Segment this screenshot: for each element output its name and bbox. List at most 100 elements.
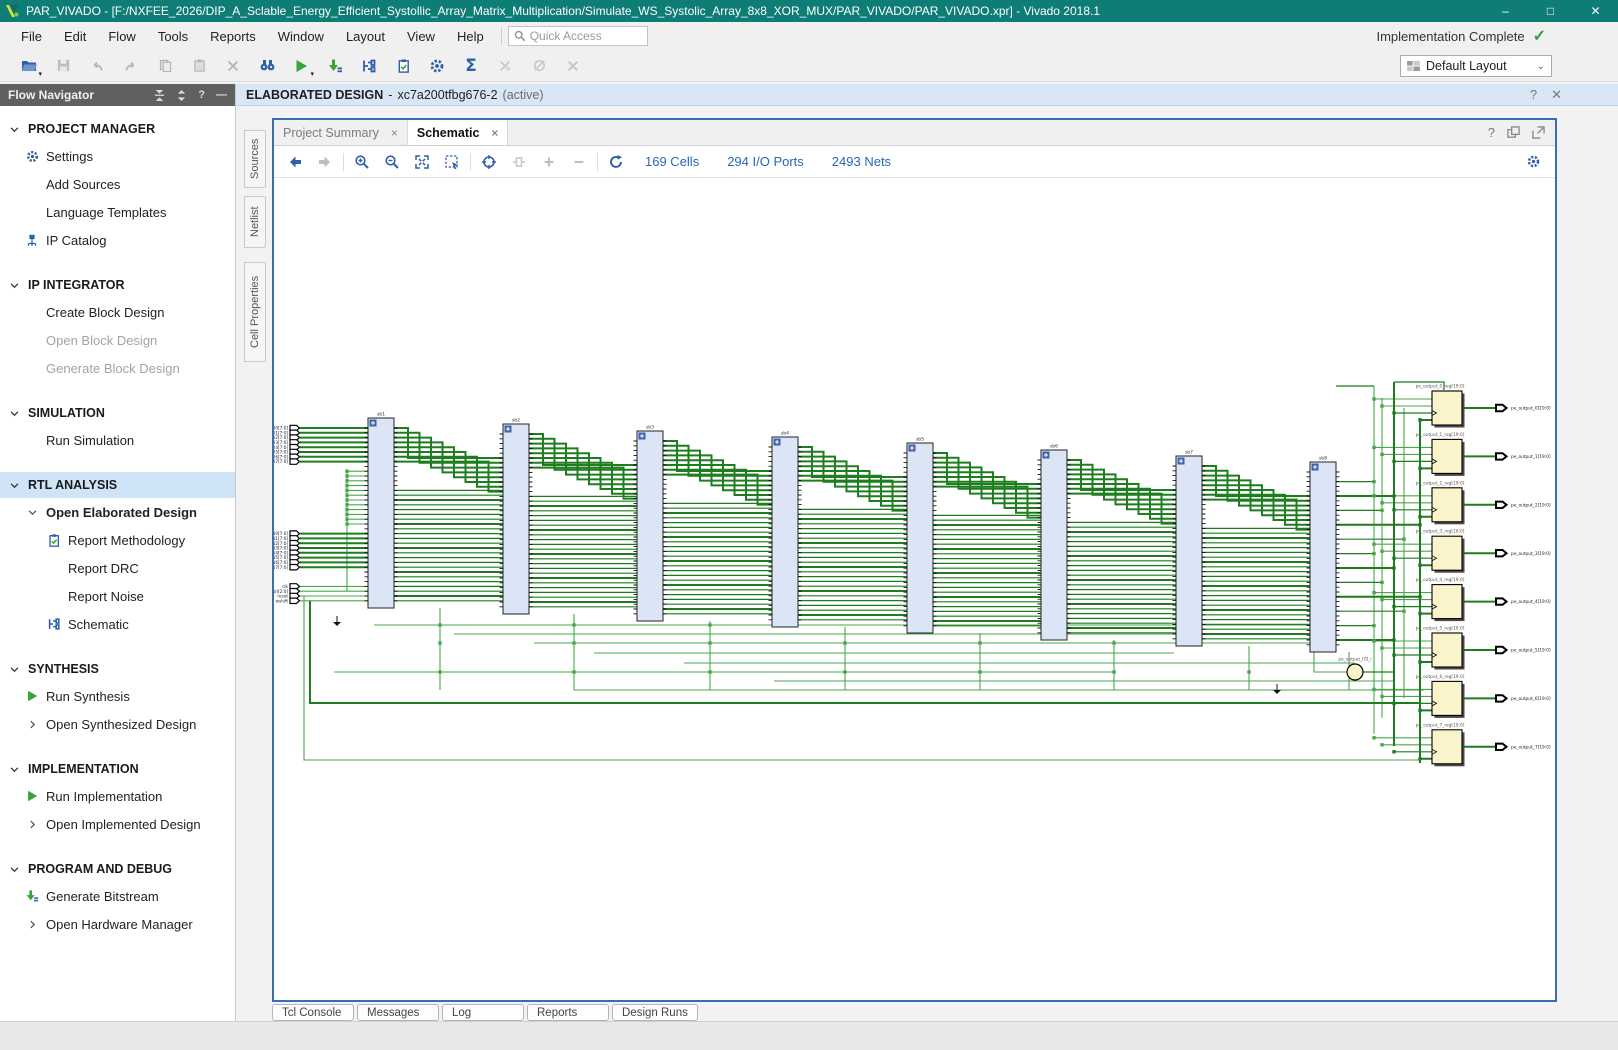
menu-flow[interactable]: Flow <box>97 25 146 48</box>
cell-pe_output_5_reg[19:0][interactable] <box>1432 633 1462 667</box>
sidebar-item-open-hardware-manager[interactable]: Open Hardware Manager <box>0 910 235 938</box>
zoom-selection-button[interactable] <box>437 150 467 174</box>
section-project-manager[interactable]: PROJECT MANAGER <box>0 116 235 142</box>
menu-window[interactable]: Window <box>267 25 335 48</box>
sigma-report-button[interactable]: Σ <box>454 53 488 79</box>
section-simulation[interactable]: SIMULATION <box>0 400 235 426</box>
banner-help-icon[interactable]: ? <box>1530 87 1537 103</box>
sidebar-item-report-methodology[interactable]: Report Methodology <box>0 526 235 554</box>
nets-count-link[interactable]: 2493 Nets <box>832 154 891 169</box>
float-window-icon[interactable] <box>1507 126 1520 139</box>
port-symbol[interactable] <box>290 459 300 464</box>
minimize-button[interactable]: – <box>1483 0 1528 22</box>
cell-pe_output_0_reg[19:0][interactable] <box>1432 391 1462 425</box>
schematic-drawing[interactable]: sb1sb2sb3sb4sb5sb6sb7sb8I0[7:0]I1[7:0]I2… <box>274 178 1555 1000</box>
save-button[interactable] <box>46 53 80 79</box>
cell-pe_output_3_reg[19:0][interactable] <box>1432 536 1462 570</box>
menu-tools[interactable]: Tools <box>147 25 199 48</box>
cell-pe_output_4_reg[19:0][interactable] <box>1432 585 1462 619</box>
schematic-block-sb5[interactable] <box>907 443 933 633</box>
menu-help[interactable]: Help <box>446 25 495 48</box>
sidebar-item-settings[interactable]: Settings <box>0 142 235 170</box>
zoom-fit-button[interactable] <box>407 150 437 174</box>
schematic-button[interactable] <box>352 53 386 79</box>
section-synthesis[interactable]: SYNTHESIS <box>0 656 235 682</box>
sidebar-item-open-elaborated-design[interactable]: Open Elaborated Design <box>0 498 235 526</box>
zoom-in-button[interactable] <box>347 150 377 174</box>
schematic-block-sb4[interactable] <box>772 437 798 627</box>
tab-tcl-console[interactable]: Tcl Console <box>272 1004 354 1021</box>
redo-button[interactable] <box>114 53 148 79</box>
io-ports-count-link[interactable]: 294 I/O Ports <box>727 154 804 169</box>
menu-reports[interactable]: Reports <box>199 25 267 48</box>
tab-project-summary[interactable]: Project Summary × <box>274 120 408 145</box>
close-button[interactable]: ✕ <box>1573 0 1618 22</box>
cell-pe_output_1_reg[19:0][interactable] <box>1432 439 1462 473</box>
sidebar-item-language-templates[interactable]: Language Templates <box>0 198 235 226</box>
tab-reports[interactable]: Reports <box>527 1004 609 1021</box>
output-port-symbol[interactable] <box>1496 695 1507 701</box>
sidebar-item-open-synthesized-design[interactable]: Open Synthesized Design <box>0 710 235 738</box>
port-symbol[interactable] <box>290 598 300 603</box>
port-symbol[interactable] <box>290 565 300 570</box>
delete-button[interactable] <box>216 53 250 79</box>
tab-messages[interactable]: Messages <box>357 1004 439 1021</box>
sidebar-item-report-drc[interactable]: Report DRC <box>0 554 235 582</box>
sidebar-item-add-sources[interactable]: Add Sources <box>0 170 235 198</box>
section-implementation[interactable]: IMPLEMENTATION <box>0 756 235 782</box>
output-port-symbol[interactable] <box>1496 744 1507 750</box>
open-project-button[interactable]: ▾ <box>12 53 46 79</box>
find-button[interactable] <box>250 53 284 79</box>
zoom-out-button[interactable] <box>377 150 407 174</box>
output-port-symbol[interactable] <box>1496 453 1507 459</box>
menu-view[interactable]: View <box>396 25 446 48</box>
undo-button[interactable] <box>80 53 114 79</box>
expand-all-icon[interactable] <box>176 90 187 101</box>
minimize-panel-icon[interactable]: — <box>216 89 227 101</box>
pane-help-icon[interactable]: ? <box>1488 125 1495 140</box>
section-ip-integrator[interactable]: IP INTEGRATOR <box>0 272 235 298</box>
menu-edit[interactable]: Edit <box>53 25 97 48</box>
settings-button[interactable] <box>420 53 454 79</box>
help-icon[interactable]: ? <box>198 89 205 101</box>
cell-pe_output_7_reg[19:0][interactable] <box>1432 730 1462 764</box>
schematic-block-sb2[interactable] <box>503 424 529 614</box>
menu-file[interactable]: File <box>10 25 53 48</box>
schematic-block-sb1[interactable] <box>368 418 394 608</box>
sidebar-item-schematic[interactable]: Schematic <box>0 610 235 638</box>
tab-design-runs[interactable]: Design Runs <box>612 1004 698 1021</box>
output-port-symbol[interactable] <box>1496 550 1507 556</box>
output-port-symbol[interactable] <box>1496 598 1507 604</box>
tab-close-icon[interactable]: × <box>391 126 398 140</box>
sidebar-item-report-noise[interactable]: Report Noise <box>0 582 235 610</box>
section-program-and-debug[interactable]: PROGRAM AND DEBUG <box>0 856 235 882</box>
sidebar-item-run-simulation[interactable]: Run Simulation <box>0 426 235 454</box>
cell-pe_output_[0]_i[interactable] <box>1347 664 1363 680</box>
banner-close-icon[interactable]: ✕ <box>1551 87 1562 103</box>
schematic-canvas-area[interactable]: sb1sb2sb3sb4sb5sb6sb7sb8I0[7:0]I1[7:0]I2… <box>274 178 1555 1000</box>
tab-close-icon[interactable]: × <box>491 126 498 140</box>
cell-pe_output_2_reg[19:0][interactable] <box>1432 488 1462 522</box>
schematic-block-sb6[interactable] <box>1041 450 1067 640</box>
quick-access-input[interactable]: Quick Access <box>508 26 648 46</box>
run-button[interactable]: ▾ <box>284 53 318 79</box>
maximize-button[interactable]: □ <box>1528 0 1573 22</box>
schematic-block-sb3[interactable] <box>637 431 663 621</box>
menu-layout[interactable]: Layout <box>335 25 396 48</box>
cell-pe_output_6_reg[19:0][interactable] <box>1432 681 1462 715</box>
schematic-block-sb8[interactable] <box>1310 462 1336 652</box>
autofit-selection-button[interactable] <box>474 150 504 174</box>
paste-button[interactable] <box>182 53 216 79</box>
schematic-settings-gear-icon[interactable] <box>1526 154 1541 169</box>
output-port-symbol[interactable] <box>1496 647 1507 653</box>
side-tab-sources[interactable]: Sources <box>244 130 266 188</box>
sidebar-item-ip-catalog[interactable]: IP Catalog <box>0 226 235 254</box>
cells-count-link[interactable]: 169 Cells <box>645 154 699 169</box>
side-tab-cell-properties[interactable]: Cell Properties <box>244 262 266 362</box>
tab-log[interactable]: Log <box>442 1004 524 1021</box>
schematic-block-sb7[interactable] <box>1176 456 1202 646</box>
regenerate-button[interactable] <box>601 150 631 174</box>
tab-schematic[interactable]: Schematic × <box>408 120 509 145</box>
sidebar-item-open-implemented-design[interactable]: Open Implemented Design <box>0 810 235 838</box>
layout-selector[interactable]: Default Layout ⌄ <box>1400 55 1552 77</box>
